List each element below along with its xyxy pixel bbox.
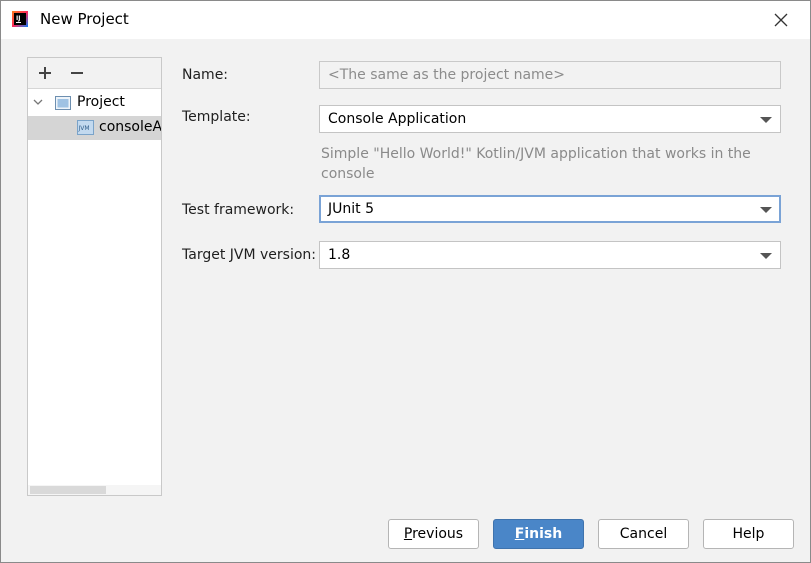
chevron-down-icon[interactable] [760,252,772,260]
finish-mnemonic: F [514,526,525,542]
horizontal-scrollbar[interactable] [28,485,161,495]
plus-icon[interactable] [37,65,53,81]
tree-item-project[interactable]: Project [28,91,161,115]
test-framework-label: Test framework: [182,202,295,218]
finish-button[interactable]: Finish [493,519,584,549]
template-select[interactable]: Console Application [319,105,781,133]
target-jvm-select[interactable]: 1.8 [319,241,781,269]
close-icon[interactable] [770,10,792,30]
test-framework-value: JUnit 5 [328,201,374,217]
name-label: Name: [182,67,229,83]
name-field: <The same as the project name> [319,61,781,89]
target-jvm-label: Target JVM version: [182,247,316,263]
scrollbar-thumb[interactable] [30,486,106,494]
help-button[interactable]: Help [703,519,794,549]
jvm-badge: JVM [78,125,90,132]
name-placeholder: <The same as the project name> [328,67,566,83]
project-folder-icon [55,96,71,110]
chevron-down-icon[interactable] [33,99,43,106]
template-value: Console Application [328,111,467,127]
chevron-down-icon[interactable] [760,206,772,214]
jvm-module-icon: JVM [77,120,94,135]
tree-toolbar [28,58,161,89]
svg-text:IJ: IJ [16,15,20,22]
finish-label: inish [524,526,563,542]
title-bar: IJ New Project [1,1,810,39]
tree-item-label: Project [77,94,125,110]
intellij-idea-icon: IJ [12,11,28,27]
test-framework-select[interactable]: JUnit 5 [319,195,781,223]
new-project-dialog: IJ New Project Project JVM consoleA Name… [0,0,811,563]
template-label: Template: [182,109,251,125]
target-jvm-value: 1.8 [328,247,351,263]
previous-label: revious [412,526,464,542]
cancel-button[interactable]: Cancel [598,519,689,549]
previous-mnemonic: P [403,526,413,542]
dialog-title: New Project [40,10,129,28]
minus-icon[interactable] [69,65,85,81]
previous-button[interactable]: Previous [388,519,479,549]
tree-item-label: consoleA [99,119,161,135]
chevron-down-icon[interactable] [760,116,772,124]
template-description: Simple "Hello World!" Kotlin/JVM applica… [321,146,751,182]
tree-item-console-app[interactable]: JVM consoleA [28,116,161,140]
project-tree-panel: Project JVM consoleA [27,57,162,496]
